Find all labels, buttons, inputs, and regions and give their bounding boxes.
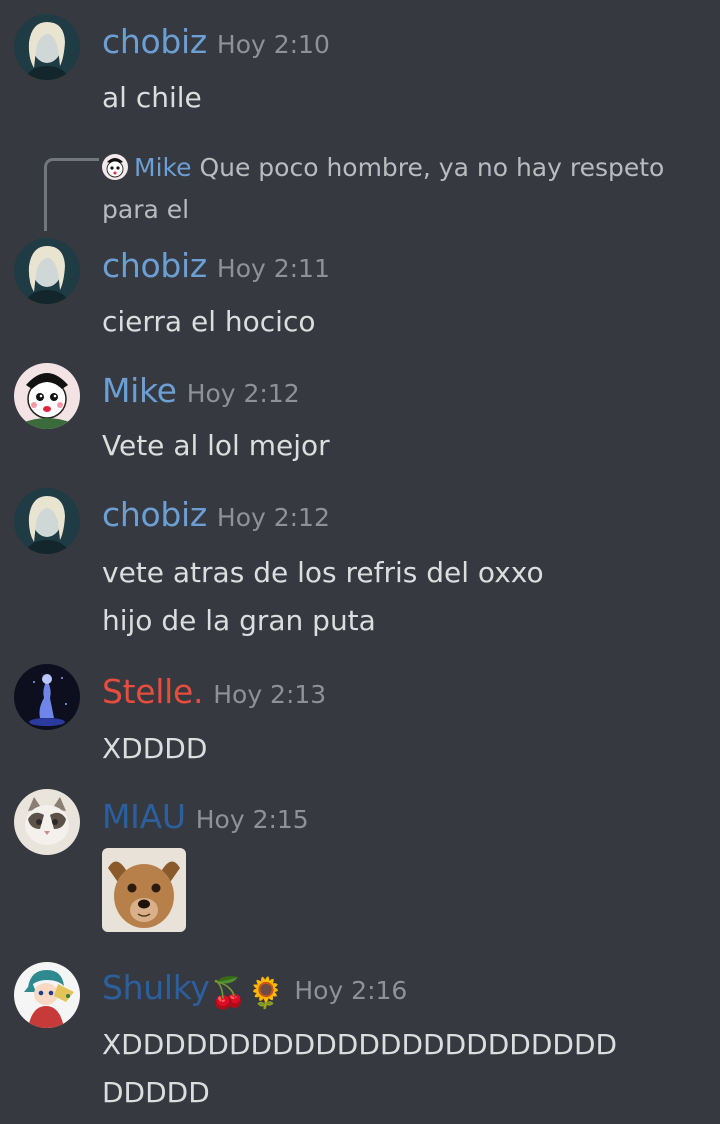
reply-author[interactable]: Mike	[134, 153, 191, 182]
timestamp: Hoy 2:16	[294, 976, 408, 1005]
cherry-sunflower-emoji: 🍒🌻	[209, 976, 285, 1011]
message-header: MIAU Hoy 2:15	[102, 797, 309, 836]
message-text: XDDDD	[102, 732, 208, 765]
dog-image[interactable]	[102, 848, 186, 932]
cat-avatar[interactable]	[14, 789, 80, 855]
author-name[interactable]: chobiz	[102, 495, 207, 534]
reply-reference[interactable]: Mike Que poco hombre, ya no hay respeto …	[102, 147, 712, 231]
message-header: chobiz Hoy 2:11	[102, 246, 330, 285]
author-name[interactable]: chobiz	[102, 246, 207, 285]
message-header: chobiz Hoy 2:12	[102, 495, 330, 534]
message-header: chobiz Hoy 2:10	[102, 22, 330, 61]
timestamp: Hoy 2:13	[213, 680, 327, 709]
message-header: Mike Hoy 2:12	[102, 371, 300, 410]
author-name[interactable]: Stelle.	[102, 672, 204, 711]
chat-messages: chobiz Hoy 2:10 al chile Mike Que poco ho…	[0, 0, 720, 1124]
message-text: Vete al lol mejor	[102, 429, 330, 462]
shulky-avatar[interactable]	[14, 962, 80, 1028]
message-text: cierra el hocico	[102, 305, 316, 338]
chobiz-avatar[interactable]	[14, 14, 80, 80]
author-name[interactable]: MIAU	[102, 797, 186, 836]
timestamp: Hoy 2:10	[216, 30, 330, 59]
timestamp: Hoy 2:15	[195, 805, 309, 834]
mike-avatar[interactable]	[14, 363, 80, 429]
timestamp: Hoy 2:12	[186, 379, 300, 408]
author-name[interactable]: chobiz	[102, 22, 207, 61]
chobiz-avatar[interactable]	[14, 238, 80, 304]
stelle-avatar[interactable]	[14, 664, 80, 730]
chobiz-avatar[interactable]	[14, 488, 80, 554]
author-name[interactable]: Mike	[102, 371, 177, 410]
message-text: al chile	[102, 81, 202, 114]
author-name[interactable]: Shulky	[102, 968, 210, 1007]
message-text: vete atras de los refris del oxxo hijo d…	[102, 556, 544, 637]
timestamp: Hoy 2:11	[216, 254, 330, 283]
message-header: Shulky🍒🌻 Hoy 2:16	[102, 968, 407, 1011]
message-header: Stelle. Hoy 2:13	[102, 672, 326, 711]
mike-avatar	[102, 154, 128, 180]
timestamp: Hoy 2:12	[216, 503, 330, 532]
reply-spine	[44, 158, 99, 231]
message-text: XDDDDDDDDDDDDDDDDDDDDDDD DDDDD	[102, 1028, 618, 1109]
